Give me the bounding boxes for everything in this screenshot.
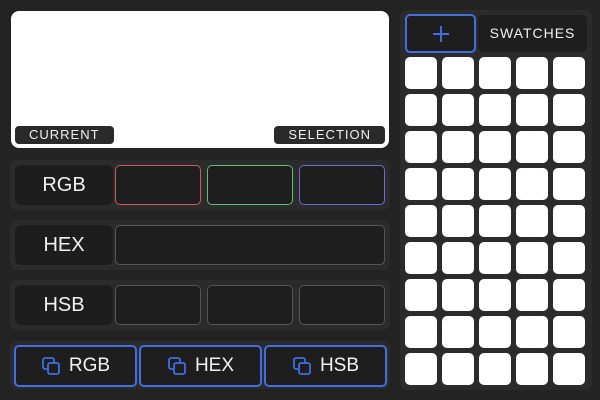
swatch[interactable] xyxy=(516,279,548,311)
swatch[interactable] xyxy=(479,242,511,274)
swatches-title: SWATCHES xyxy=(478,15,587,52)
add-swatch-button[interactable] xyxy=(405,14,476,53)
swatch[interactable] xyxy=(442,316,474,348)
swatch[interactable] xyxy=(405,353,437,385)
copy-hsb-button[interactable]: HSB xyxy=(264,345,387,387)
hsb-saturation-input[interactable] xyxy=(207,285,293,325)
swatch[interactable] xyxy=(405,168,437,200)
swatch[interactable] xyxy=(516,242,548,274)
current-label: CURRENT xyxy=(15,126,114,144)
swatch[interactable] xyxy=(553,94,585,126)
hex-row: HEX xyxy=(10,220,390,270)
copy-icon xyxy=(42,357,60,375)
swatch[interactable] xyxy=(442,94,474,126)
swatch[interactable] xyxy=(405,131,437,163)
swatch[interactable] xyxy=(405,279,437,311)
swatches-panel: SWATCHES xyxy=(400,10,592,390)
swatch[interactable] xyxy=(442,57,474,89)
copy-hex-label: HEX xyxy=(194,355,235,376)
hsb-brightness-input[interactable] xyxy=(299,285,385,325)
copy-hsb-label: HSB xyxy=(319,355,360,376)
swatch[interactable] xyxy=(479,168,511,200)
copy-rgb-label: RGB xyxy=(68,355,111,376)
swatch[interactable] xyxy=(405,205,437,237)
swatch[interactable] xyxy=(516,205,548,237)
color-picker-app: CURRENT SELECTION RGB HEX HSB RGB HEX HS… xyxy=(0,0,600,400)
swatch[interactable] xyxy=(516,57,548,89)
swatch[interactable] xyxy=(479,94,511,126)
swatch[interactable] xyxy=(479,316,511,348)
swatch[interactable] xyxy=(479,57,511,89)
copy-buttons-bar: RGB HEX HSB xyxy=(10,341,390,389)
swatch[interactable] xyxy=(516,316,548,348)
copy-icon xyxy=(168,357,186,375)
swatch[interactable] xyxy=(553,353,585,385)
hsb-hue-input[interactable] xyxy=(115,285,201,325)
hex-label: HEX xyxy=(15,225,113,265)
rgb-label: RGB xyxy=(15,165,113,205)
swatch[interactable] xyxy=(516,131,548,163)
copy-icon xyxy=(293,357,311,375)
swatch[interactable] xyxy=(553,57,585,89)
swatch[interactable] xyxy=(479,353,511,385)
swatch-grid xyxy=(405,57,585,385)
swatch[interactable] xyxy=(553,316,585,348)
swatch[interactable] xyxy=(405,316,437,348)
selection-label: SELECTION xyxy=(274,126,385,144)
hsb-row: HSB xyxy=(10,280,390,330)
swatch[interactable] xyxy=(479,205,511,237)
rgb-green-input[interactable] xyxy=(207,165,293,205)
swatch[interactable] xyxy=(405,94,437,126)
swatch[interactable] xyxy=(553,131,585,163)
swatch[interactable] xyxy=(442,205,474,237)
swatch[interactable] xyxy=(442,242,474,274)
swatch[interactable] xyxy=(553,279,585,311)
swatch[interactable] xyxy=(516,94,548,126)
swatch[interactable] xyxy=(516,353,548,385)
plus-icon xyxy=(432,25,449,42)
color-preview: CURRENT SELECTION xyxy=(11,11,389,148)
swatch[interactable] xyxy=(553,168,585,200)
swatch[interactable] xyxy=(442,353,474,385)
swatch[interactable] xyxy=(405,57,437,89)
copy-hex-button[interactable]: HEX xyxy=(139,345,262,387)
rgb-red-input[interactable] xyxy=(115,165,201,205)
swatch[interactable] xyxy=(479,279,511,311)
swatch[interactable] xyxy=(442,279,474,311)
swatch[interactable] xyxy=(405,242,437,274)
swatch[interactable] xyxy=(442,168,474,200)
hex-input[interactable] xyxy=(115,225,385,265)
swatch[interactable] xyxy=(479,131,511,163)
rgb-row: RGB xyxy=(10,160,390,210)
swatch[interactable] xyxy=(442,131,474,163)
hsb-label: HSB xyxy=(15,285,113,325)
copy-rgb-button[interactable]: RGB xyxy=(14,345,137,387)
swatch[interactable] xyxy=(553,242,585,274)
swatch[interactable] xyxy=(553,205,585,237)
swatch[interactable] xyxy=(516,168,548,200)
rgb-blue-input[interactable] xyxy=(299,165,385,205)
